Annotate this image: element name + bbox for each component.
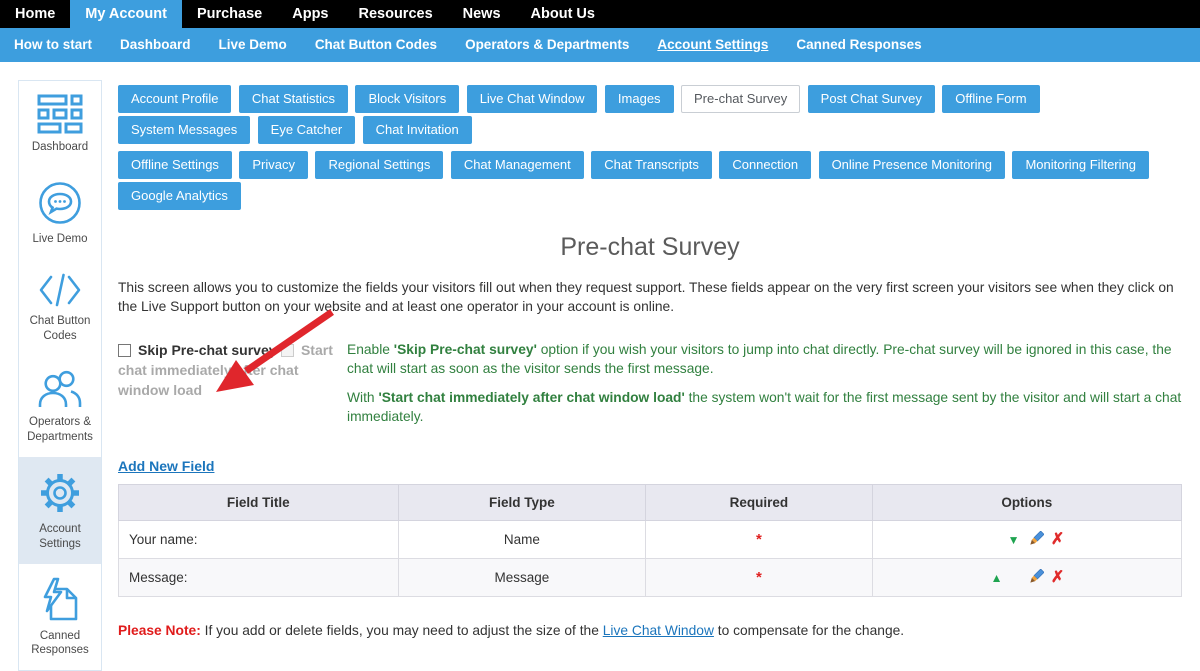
field-type-cell: Message	[398, 559, 646, 597]
top-nav: Home My Account Purchase Apps Resources …	[0, 0, 1200, 28]
add-new-field-link[interactable]: Add New Field	[118, 458, 214, 474]
sidebar-item-operators-departments[interactable]: Operators & Departments	[19, 356, 101, 457]
table-row: Your name: Name * ▲▼ ✗	[119, 521, 1182, 559]
col-header-options: Options	[872, 485, 1181, 521]
sidebar-item-account-settings[interactable]: Account Settings	[19, 457, 101, 564]
dashboard-icon	[22, 94, 98, 134]
sub-nav-canned-responses[interactable]: Canned Responses	[782, 28, 935, 62]
settings-tabs-row2: Offline Settings Privacy Regional Settin…	[118, 151, 1182, 213]
tab-offline-settings[interactable]: Offline Settings	[118, 151, 232, 179]
please-note-label: Please Note:	[118, 623, 201, 638]
required-cell: *	[646, 521, 872, 559]
delete-icon[interactable]: ✗	[1050, 529, 1066, 549]
sidebar-item-label: Operators & Departments	[22, 415, 98, 445]
col-header-required: Required	[646, 485, 872, 521]
sub-nav-account-settings[interactable]: Account Settings	[643, 28, 782, 62]
options-cell: ▲▼ ✗	[872, 521, 1181, 559]
sub-nav-dashboard[interactable]: Dashboard	[106, 28, 205, 62]
skip-prechat-label: Skip Pre-chat survey	[138, 342, 277, 358]
sidebar-item-canned-responses[interactable]: Canned Responses	[19, 564, 101, 671]
tab-chat-statistics[interactable]: Chat Statistics	[239, 85, 348, 113]
options-cell: ▲▼ ✗	[872, 559, 1181, 597]
tab-google-analytics[interactable]: Google Analytics	[118, 182, 241, 210]
tab-block-visitors[interactable]: Block Visitors	[355, 85, 459, 113]
top-nav-resources[interactable]: Resources	[343, 0, 447, 28]
sidebar-item-dashboard[interactable]: Dashboard	[19, 81, 101, 167]
tab-chat-invitation[interactable]: Chat Invitation	[363, 116, 472, 144]
tab-account-profile[interactable]: Account Profile	[118, 85, 231, 113]
code-icon	[22, 272, 98, 308]
edit-pencil-icon[interactable]	[1026, 531, 1046, 550]
tab-regional-settings[interactable]: Regional Settings	[315, 151, 443, 179]
live-demo-icon	[22, 180, 98, 226]
col-header-field-type: Field Type	[398, 485, 646, 521]
please-note: Please Note: If you add or delete fields…	[118, 621, 1182, 640]
start-chat-checkbox	[281, 344, 294, 357]
tab-post-chat-survey[interactable]: Post Chat Survey	[808, 85, 935, 113]
live-chat-window-link[interactable]: Live Chat Window	[603, 623, 714, 638]
skip-prechat-checkbox[interactable]	[118, 344, 131, 357]
tab-offline-form[interactable]: Offline Form	[942, 85, 1039, 113]
field-title-cell: Your name:	[119, 521, 399, 559]
sidebar-item-label: Dashboard	[22, 140, 98, 155]
sidebar-item-chat-button-codes[interactable]: Chat Button Codes	[19, 259, 101, 356]
info-paragraph-start: With 'Start chat immediately after chat …	[347, 388, 1182, 426]
tab-chat-management[interactable]: Chat Management	[451, 151, 584, 179]
sub-nav-operators-departments[interactable]: Operators & Departments	[451, 28, 643, 62]
field-title-cell: Message:	[119, 559, 399, 597]
top-nav-about-us[interactable]: About Us	[516, 0, 610, 28]
required-asterisk: *	[756, 531, 762, 548]
main-content: Account Profile Chat Statistics Block Vi…	[118, 85, 1182, 640]
settings-tabs-row1: Account Profile Chat Statistics Block Vi…	[118, 85, 1182, 147]
tab-eye-catcher[interactable]: Eye Catcher	[258, 116, 356, 144]
checkbox-column: Skip Pre-chat survey Start chat immediat…	[118, 340, 347, 426]
sidebar-item-label: Live Demo	[22, 232, 98, 247]
top-nav-apps[interactable]: Apps	[277, 0, 343, 28]
table-header-row: Field Title Field Type Required Options	[119, 485, 1182, 521]
move-up-icon[interactable]: ▲	[988, 571, 1005, 585]
table-row: Message: Message * ▲▼ ✗	[119, 559, 1182, 597]
tab-privacy[interactable]: Privacy	[239, 151, 308, 179]
info-paragraph-skip: Enable 'Skip Pre-chat survey' option if …	[347, 340, 1182, 378]
edit-pencil-icon[interactable]	[1026, 569, 1046, 588]
lightning-page-icon	[22, 577, 98, 623]
prechat-fields-table: Field Title Field Type Required Options …	[118, 484, 1182, 597]
delete-icon[interactable]: ✗	[1050, 567, 1066, 587]
tab-connection[interactable]: Connection	[719, 151, 811, 179]
required-asterisk: *	[756, 569, 762, 586]
tab-online-presence-monitoring[interactable]: Online Presence Monitoring	[819, 151, 1005, 179]
tab-system-messages[interactable]: System Messages	[118, 116, 250, 144]
top-nav-news[interactable]: News	[448, 0, 516, 28]
sidebar-item-live-demo[interactable]: Live Demo	[19, 167, 101, 259]
page-title: Pre-chat Survey	[118, 233, 1182, 262]
page-description: This screen allows you to customize the …	[118, 278, 1182, 316]
sidebar-item-label: Chat Button Codes	[22, 314, 98, 344]
tab-images[interactable]: Images	[605, 85, 674, 113]
tab-pre-chat-survey[interactable]: Pre-chat Survey	[681, 85, 800, 113]
sub-nav-chat-button-codes[interactable]: Chat Button Codes	[301, 28, 451, 62]
tab-live-chat-window[interactable]: Live Chat Window	[467, 85, 598, 113]
info-column: Enable 'Skip Pre-chat survey' option if …	[347, 340, 1182, 426]
col-header-field-title: Field Title	[119, 485, 399, 521]
gear-icon	[22, 470, 98, 516]
field-type-cell: Name	[398, 521, 646, 559]
sidebar-item-label: Canned Responses	[22, 629, 98, 659]
tab-chat-transcripts[interactable]: Chat Transcripts	[591, 151, 712, 179]
required-cell: *	[646, 559, 872, 597]
move-down-icon[interactable]: ▼	[1005, 533, 1022, 547]
sidebar-item-label: Account Settings	[22, 522, 98, 552]
operators-icon	[22, 369, 98, 409]
top-nav-purchase[interactable]: Purchase	[182, 0, 277, 28]
sidebar: Dashboard Live Demo Chat Button Codes	[18, 80, 102, 671]
sub-nav-live-demo[interactable]: Live Demo	[205, 28, 301, 62]
top-nav-my-account[interactable]: My Account	[70, 0, 182, 28]
sub-nav: How to start Dashboard Live Demo Chat Bu…	[0, 28, 1200, 62]
sub-nav-how-to-start[interactable]: How to start	[0, 28, 106, 62]
skip-prechat-row: Skip Pre-chat survey	[118, 342, 277, 358]
tab-monitoring-filtering[interactable]: Monitoring Filtering	[1012, 151, 1149, 179]
top-nav-home[interactable]: Home	[0, 0, 70, 28]
